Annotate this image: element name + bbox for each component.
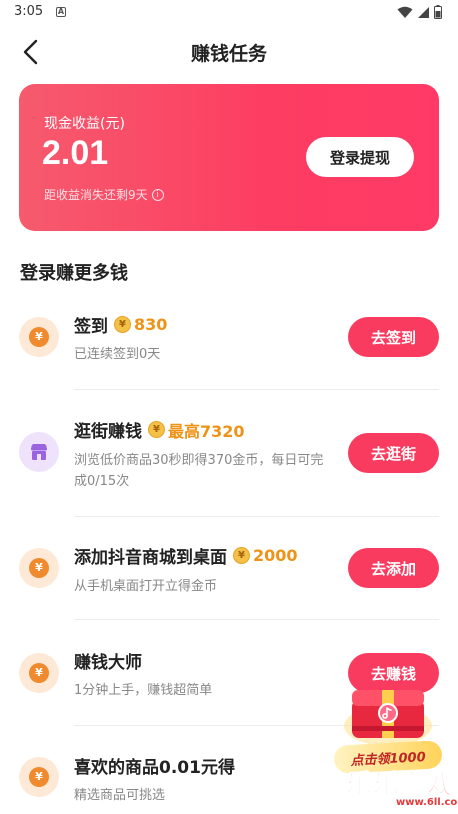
task-desc: 精选商品可挑选 <box>74 788 166 803</box>
reward-value: 2000 <box>253 546 298 565</box>
coin-icon: ¥ <box>19 548 59 588</box>
task-title-row: 添加抖音商城到桌面 ¥ 2000 <box>74 543 298 568</box>
divider <box>74 516 439 517</box>
add-desktop-button[interactable]: 去添加 <box>348 548 439 588</box>
coin-icon: ¥ <box>19 653 59 693</box>
earnings-label: 现金收益(元) <box>44 116 125 132</box>
watermark-main: 乐乐游戏 <box>345 770 455 801</box>
section-title: 登录赚更多钱 <box>20 263 128 284</box>
task-desc: 从手机桌面打开立得金币 <box>74 579 218 594</box>
gold-coin-icon: ¥ <box>114 316 131 333</box>
task-title: 赚钱大师 <box>74 653 142 673</box>
task-desc: 1分钟上手，赚钱超简单 <box>74 683 213 698</box>
checkin-button[interactable]: 去签到 <box>348 317 439 357</box>
notification-icon: A <box>56 7 66 17</box>
watermark-sub: www.6ll.com <box>396 797 458 808</box>
signal-icon <box>418 6 429 18</box>
coin-glyph: ¥ <box>29 558 49 578</box>
battery-icon <box>434 5 442 19</box>
store-icon <box>31 444 47 460</box>
login-withdraw-button[interactable]: 登录提现 <box>306 137 414 177</box>
task-title-row: 赚钱大师 <box>74 648 142 673</box>
wifi-icon <box>397 6 413 18</box>
task-title-row: 逛街赚钱 ¥ 最高7320 <box>74 417 245 442</box>
coin-icon: ¥ <box>19 757 59 797</box>
task-title: 签到 <box>74 317 108 337</box>
divider <box>74 619 439 620</box>
status-indicators <box>397 5 442 19</box>
task-desc: 已连续签到0天 <box>74 347 161 362</box>
watermark-logo: 乐乐游戏 www.6ll.com <box>342 764 458 814</box>
gold-coin-icon: ¥ <box>233 547 250 564</box>
divider <box>74 389 439 390</box>
reward-value: 最高7320 <box>168 421 245 441</box>
coin-glyph: ¥ <box>29 327 49 347</box>
status-time: 3:05 <box>14 4 44 19</box>
expiry-notice: 距收益消失还剩9天 i <box>44 186 164 203</box>
page-title: 赚钱任务 <box>190 43 267 65</box>
reward-value: 830 <box>134 315 168 334</box>
earnings-card: 现金收益(元) 2.01 距收益消失还剩9天 i 登录提现 <box>19 84 439 231</box>
task-desc: 浏览低价商品30秒即得370金币，每日可完成0/15次 <box>74 453 324 489</box>
info-icon[interactable]: i <box>151 188 164 201</box>
expiry-text: 距收益消失还剩9天 <box>44 188 148 202</box>
task-title: 喜欢的商品0.01元得 <box>74 758 235 778</box>
shop-icon <box>19 432 59 472</box>
coin-icon: ¥ <box>19 317 59 357</box>
task-title-row: 签到 ¥ 830 <box>74 312 167 337</box>
earnings-amount: 2.01 <box>42 134 109 172</box>
coin-glyph: ¥ <box>29 767 49 787</box>
task-title: 添加抖音商城到桌面 <box>74 548 227 568</box>
gold-coin-icon: ¥ <box>148 421 165 438</box>
go-shopping-button[interactable]: 去逛街 <box>348 433 439 473</box>
coin-glyph: ¥ <box>29 663 49 683</box>
task-title-row: 喜欢的商品0.01元得 <box>74 753 235 778</box>
status-bar: 3:05 A <box>0 0 458 26</box>
task-title: 逛街赚钱 <box>74 422 142 442</box>
nav-bar: 赚钱任务 <box>0 30 458 74</box>
